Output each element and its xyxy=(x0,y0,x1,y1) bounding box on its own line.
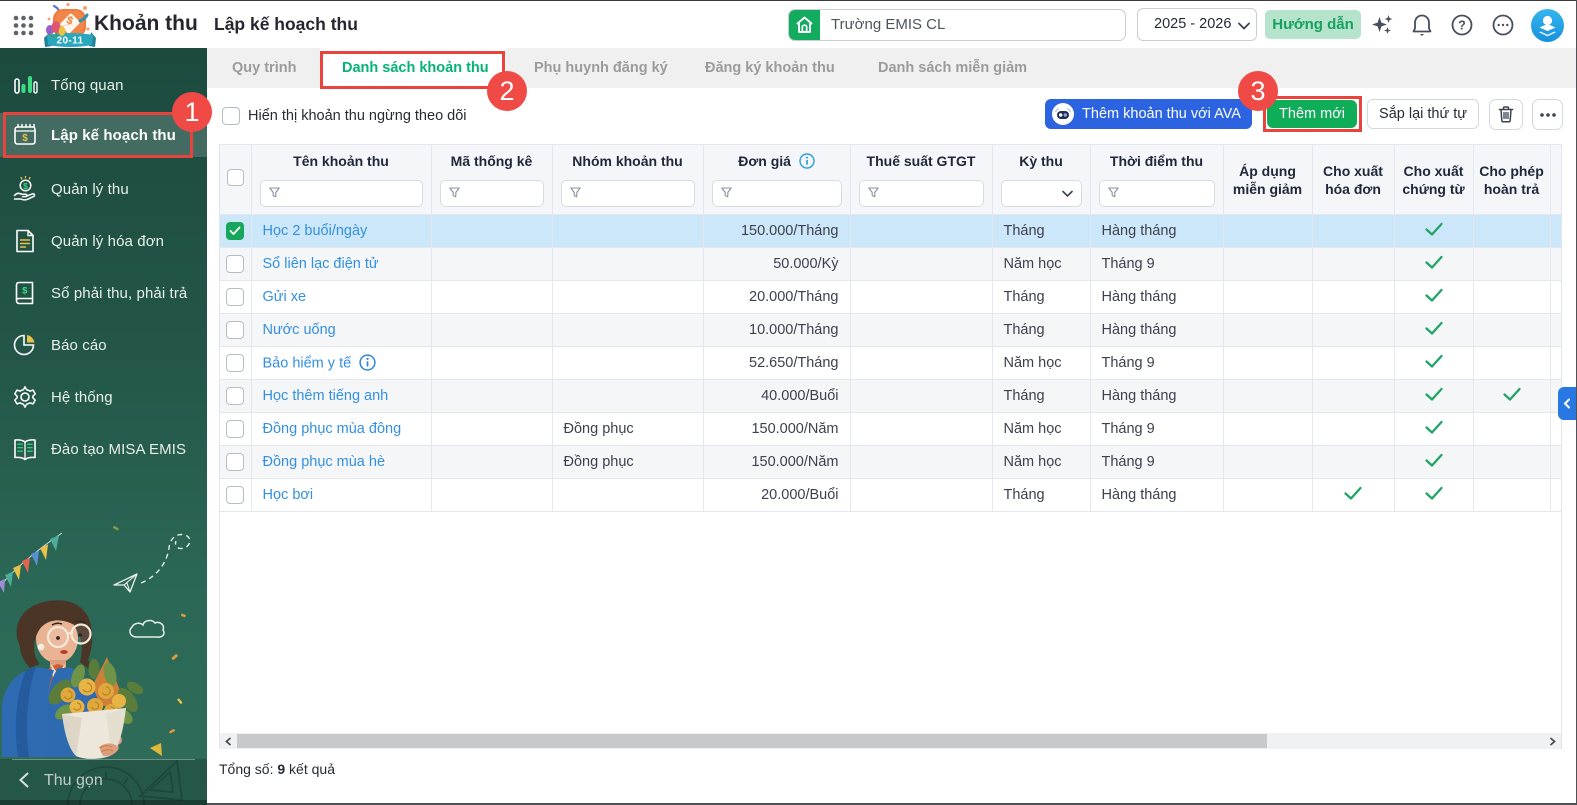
svg-text:20-11: 20-11 xyxy=(56,36,83,47)
svg-text:$: $ xyxy=(23,181,28,191)
svg-text:$: $ xyxy=(22,286,28,297)
svg-text:?: ? xyxy=(1458,19,1466,33)
